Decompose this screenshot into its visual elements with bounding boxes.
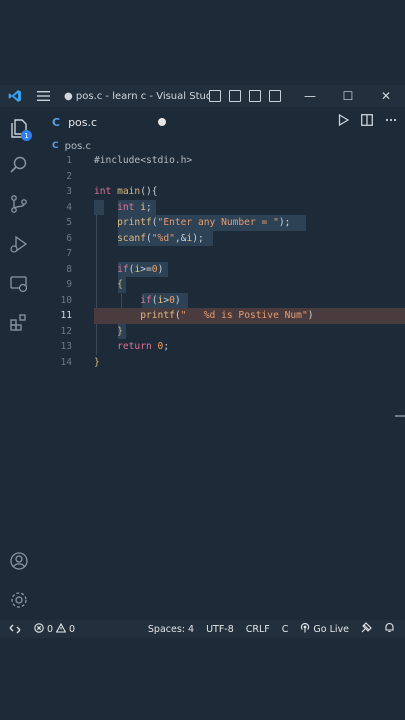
go-live-label: Go Live	[313, 623, 349, 635]
line-number: 1	[66, 155, 72, 166]
minimize-button[interactable]: —	[291, 89, 329, 103]
code-line: 4 int i;	[38, 200, 405, 216]
line-number: 12	[60, 325, 72, 337]
code-line: 8 if(i>=0)	[38, 262, 405, 278]
code-editor[interactable]: 1 #include<stdio.h> 2 3 int main(){ 4 int …	[38, 153, 405, 620]
c-file-icon: C	[52, 115, 61, 129]
activity-bar: 1	[0, 107, 38, 620]
code-line: 13 return 0;	[38, 339, 405, 355]
scrollbar-marker[interactable]	[395, 415, 405, 417]
warning-count: 0	[69, 623, 76, 635]
explorer-icon[interactable]: 1	[8, 117, 32, 141]
line-number: 5	[66, 217, 72, 228]
code-line: 7	[38, 246, 405, 262]
split-editor-icon[interactable]	[361, 114, 373, 129]
run-debug-icon[interactable]	[8, 233, 30, 255]
source-control-icon[interactable]	[8, 193, 30, 215]
line-number: 11	[60, 310, 72, 321]
explorer-badge: 1	[21, 130, 32, 141]
code-line-active: 11 printf(" %d is Postive Num")	[38, 308, 405, 324]
close-button[interactable]: ✕	[367, 89, 405, 103]
toggle-panel-icon[interactable]	[229, 90, 241, 102]
go-live-button[interactable]: Go Live	[300, 622, 349, 636]
run-icon[interactable]	[338, 113, 350, 129]
error-count: 0	[47, 623, 54, 635]
more-actions-icon[interactable]	[385, 114, 397, 129]
code-line: 2	[38, 169, 405, 185]
breadcrumb-file[interactable]: pos.c	[65, 141, 91, 152]
problems-indicator[interactable]: 0 0	[34, 622, 76, 636]
line-number: 3	[66, 186, 72, 197]
c-file-icon: C	[52, 141, 59, 151]
code-line: 1 #include<stdio.h>	[38, 153, 405, 169]
remote-explorer-icon[interactable]	[8, 273, 30, 295]
line-number: 9	[66, 279, 72, 290]
extensions-icon[interactable]	[8, 311, 30, 333]
encoding-status[interactable]: UTF-8	[206, 624, 234, 635]
maximize-button[interactable]: ☐	[329, 89, 367, 103]
tab-label: pos.c	[68, 115, 98, 129]
line-number: 10	[60, 294, 72, 306]
code-line: 3 int main(){	[38, 184, 405, 200]
breadcrumb[interactable]: C pos.c	[52, 139, 91, 153]
line-number: 13	[60, 341, 72, 352]
toggle-primary-sidebar-icon[interactable]	[209, 90, 221, 102]
line-number: 4	[66, 201, 72, 213]
search-icon[interactable]	[8, 154, 30, 176]
line-number: 2	[66, 170, 72, 182]
code-line: 9 {	[38, 277, 405, 293]
vscode-logo-icon	[0, 85, 30, 107]
customize-layout-icon[interactable]	[269, 90, 281, 102]
code-line: 12 }	[38, 324, 405, 340]
editor-tabs: C pos.c	[38, 107, 405, 137]
line-number: 6	[66, 232, 72, 244]
code-line: 10 if(i>0)	[38, 293, 405, 309]
remote-indicator-icon[interactable]	[0, 620, 30, 638]
line-number: 14	[60, 356, 72, 368]
error-icon	[34, 622, 44, 636]
tab-pos-c[interactable]: C pos.c	[46, 107, 174, 137]
settings-gear-icon[interactable]	[8, 589, 30, 611]
menu-icon[interactable]	[30, 91, 56, 101]
broadcast-icon	[300, 622, 310, 636]
code-line: 14}	[38, 355, 405, 371]
account-icon[interactable]	[8, 550, 30, 572]
feedback-icon[interactable]	[361, 622, 372, 636]
code-line: 6 scanf("%d",&i);	[38, 231, 405, 247]
line-number: 8	[66, 263, 72, 275]
eol-status[interactable]: CRLF	[246, 624, 270, 635]
warning-icon	[55, 622, 67, 636]
indentation-status[interactable]: Spaces: 4	[148, 624, 194, 635]
window-title: ● pos.c - learn c - Visual Studi...	[64, 90, 209, 102]
code-line: 5 printf("Enter any Number = ");	[38, 215, 405, 231]
language-status[interactable]: C	[282, 624, 289, 635]
notifications-bell-icon[interactable]	[384, 622, 395, 636]
toggle-secondary-sidebar-icon[interactable]	[249, 90, 261, 102]
line-number: 7	[66, 248, 72, 259]
status-bar: 0 0 Spaces: 4 UTF-8 CRLF C Go Live	[0, 620, 405, 638]
title-bar: ● pos.c - learn c - Visual Studi... — ☐ …	[0, 85, 405, 107]
unsaved-dot-icon[interactable]	[158, 118, 166, 126]
